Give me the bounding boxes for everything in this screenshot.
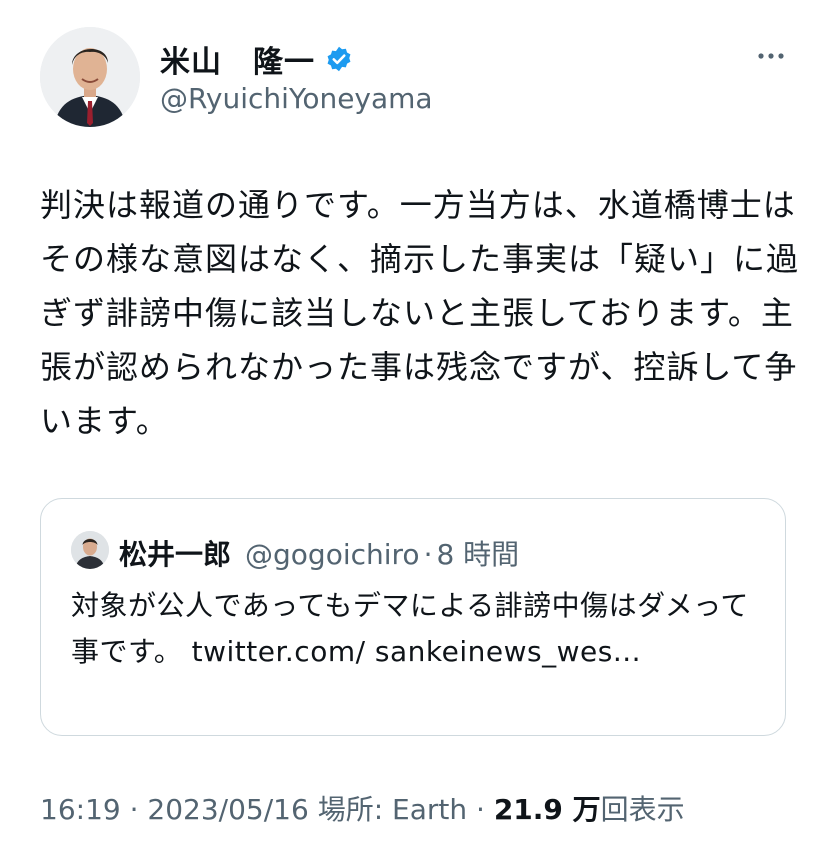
meta-separator: · (120, 793, 148, 826)
tweet-meta: 16:19 · 2023/05/16 場所: Earth · 21.9 万回表示 (40, 788, 685, 828)
views-label: 回表示 (600, 793, 685, 826)
views-count: 21.9 万 (493, 793, 601, 826)
quote-time: 8 時間 (436, 538, 520, 571)
author-avatar[interactable] (40, 27, 140, 127)
quote-author-name: 松井一郎 (119, 538, 232, 571)
author-display-name[interactable]: 米山 隆一 (160, 37, 315, 81)
more-horizontal-icon[interactable] (756, 46, 786, 66)
verified-badge-icon (327, 46, 351, 72)
tweet-time[interactable]: 16:19 (40, 793, 121, 826)
quote-link[interactable]: twitter.com/ sankeinews_wes... (192, 635, 641, 668)
author-handle[interactable]: @RyuichiYoneyama (160, 82, 433, 115)
meta-separator: · (467, 793, 494, 826)
tweet-location: 場所: Earth (308, 793, 468, 826)
tweet-date[interactable]: 2023/05/16 (147, 793, 308, 826)
quote-header: 松井一郎 @gogoichiro · 8 時間 (119, 533, 519, 573)
quote-text: 対象が公人であってもデマによる誹謗中傷はダメって事です。 twitter.com… (71, 583, 761, 675)
quote-separator: · (423, 538, 433, 571)
author-name-row: 米山 隆一 (160, 37, 353, 81)
quote-author-handle: @gogoichiro (245, 538, 420, 571)
tweet-text: 判決は報道の通りです。一方当方は、水道橋博士はその様な意図はなく、摘示した事実は… (40, 186, 800, 440)
quote-tweet-card[interactable]: 松井一郎 @gogoichiro · 8 時間 対象が公人であってもデマによる誹… (40, 498, 786, 736)
quote-author-avatar (71, 531, 109, 569)
